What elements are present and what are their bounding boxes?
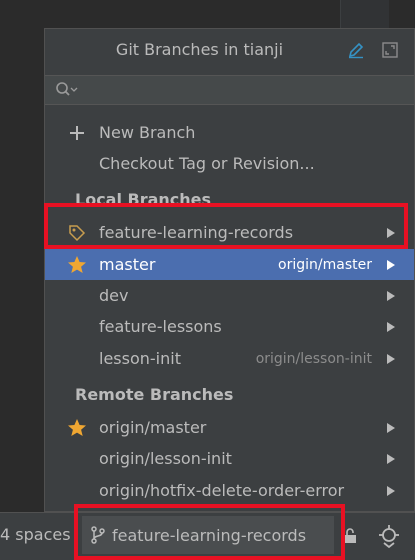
branch-item-dev[interactable]: dev: [45, 280, 414, 311]
branch-label: origin/master: [99, 418, 207, 437]
remote-branches-header: Remote Branches: [75, 385, 234, 404]
branch-label: origin/hotfix-delete-order-error: [99, 481, 345, 500]
new-branch-item[interactable]: New Branch: [45, 117, 414, 148]
branch-label: feature-lessons: [99, 317, 222, 336]
submenu-arrow-icon: [387, 321, 395, 332]
plus-icon: [67, 123, 87, 143]
checkout-tag-label: Checkout Tag or Revision...: [99, 154, 315, 173]
branch-label: dev: [99, 286, 129, 305]
star-icon: [67, 418, 87, 438]
edit-icon[interactable]: [346, 40, 366, 60]
branch-item-lesson-init[interactable]: lesson-init origin/lesson-init: [45, 343, 414, 374]
submenu-arrow-icon: [387, 290, 395, 301]
indent-indicator[interactable]: 4 spaces: [0, 525, 71, 544]
submenu-arrow-icon: [387, 259, 395, 270]
search-input[interactable]: [85, 79, 406, 101]
submenu-arrow-icon: [387, 422, 395, 433]
popup-header: Git Branches in tianji: [45, 29, 414, 71]
branch-search-bar[interactable]: [45, 75, 414, 105]
search-icon: [55, 81, 79, 103]
hector-icon[interactable]: [376, 523, 402, 553]
branch-label: master: [99, 255, 156, 274]
git-branches-popup: Git Branches in tianji New Branch Checko…: [44, 28, 415, 512]
submenu-arrow-icon: [387, 453, 395, 464]
star-icon: [67, 255, 87, 275]
highlight-box-status-branch: [74, 504, 345, 560]
checkout-tag-item[interactable]: Checkout Tag or Revision...: [45, 148, 414, 179]
branch-item-feature-lessons[interactable]: feature-lessons: [45, 311, 414, 342]
branch-item-origin-hotfix-delete-order-error[interactable]: origin/hotfix-delete-order-error: [45, 475, 414, 506]
branch-label: origin/lesson-init: [99, 449, 232, 468]
branch-item-master[interactable]: master origin/master: [45, 249, 414, 280]
editor-gutter-strip: [340, 0, 389, 28]
tracking-branch-label: origin/lesson-init: [255, 350, 372, 367]
highlight-box-branch-item: [44, 203, 408, 249]
submenu-arrow-icon: [387, 353, 395, 364]
branch-item-origin-master[interactable]: origin/master: [45, 412, 414, 443]
new-branch-label: New Branch: [99, 123, 196, 142]
branch-item-origin-lesson-init[interactable]: origin/lesson-init: [45, 443, 414, 474]
lock-icon[interactable]: [343, 528, 357, 548]
submenu-arrow-icon: [387, 485, 395, 496]
tracking-branch-label: origin/master: [278, 256, 372, 273]
expand-popup-icon[interactable]: [380, 40, 400, 60]
branch-label: lesson-init: [99, 349, 181, 368]
